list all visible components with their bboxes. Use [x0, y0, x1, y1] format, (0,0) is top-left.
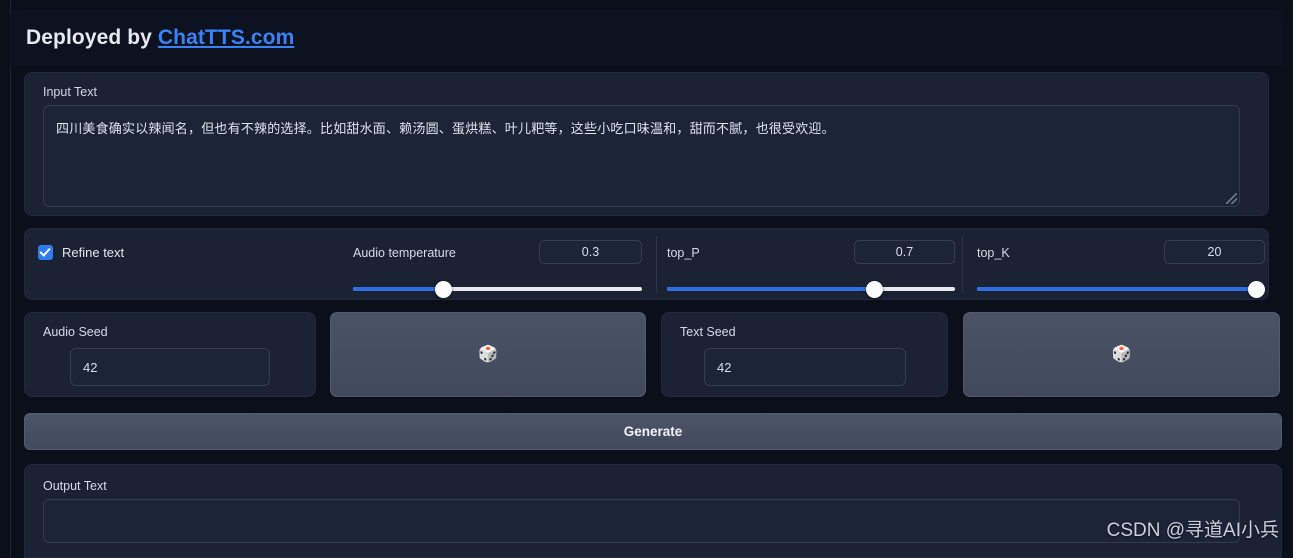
page-title: Deployed by ChatTTS.com	[26, 26, 294, 50]
chattts-link[interactable]: ChatTTS.com	[158, 26, 294, 49]
page-left-edge	[10, 0, 11, 558]
top-p-label: top_P	[667, 246, 700, 260]
audio-temperature-label: Audio temperature	[353, 246, 456, 260]
generate-button[interactable]: Generate	[24, 413, 1282, 450]
audio-temperature-slider[interactable]	[353, 281, 642, 298]
top-p-slider[interactable]	[667, 281, 955, 298]
audio-temperature-value[interactable]: 0.3	[539, 240, 642, 264]
controls-divider-2	[962, 236, 963, 293]
audio-seed-input[interactable]: 42	[70, 348, 270, 386]
top-k-value[interactable]: 20	[1164, 240, 1265, 264]
resize-grip-icon[interactable]	[1226, 193, 1237, 204]
text-seed-input[interactable]: 42	[704, 348, 906, 386]
top-k-label: top_K	[977, 246, 1010, 260]
refine-text-label: Refine text	[62, 245, 125, 260]
top-k-track-fill	[977, 287, 1257, 291]
audio-seed-randomize-button[interactable]: 🎲	[330, 312, 646, 397]
watermark: CSDN @寻道AI小兵	[1106, 520, 1279, 541]
input-text-textarea[interactable]: 四川美食确实以辣闻名，但也有不辣的选择。比如甜水面、赖汤圆、蛋烘糕、叶儿粑等，这…	[43, 105, 1240, 207]
input-text-value: 四川美食确实以辣闻名，但也有不辣的选择。比如甜水面、赖汤圆、蛋烘糕、叶儿粑等，这…	[56, 121, 835, 136]
top-k-slider[interactable]	[977, 281, 1266, 298]
output-text-label: Output Text	[43, 479, 107, 493]
top-p-value[interactable]: 0.7	[854, 240, 955, 264]
refine-text-checkbox[interactable]	[38, 245, 53, 260]
refine-text-checkbox-row[interactable]: Refine text	[38, 245, 124, 260]
page-title-prefix: Deployed by	[26, 26, 158, 49]
text-seed-label: Text Seed	[680, 325, 736, 339]
top-k-thumb[interactable]	[1248, 281, 1266, 298]
dice-icon: 🎲	[1111, 345, 1132, 363]
audio-temperature-thumb[interactable]	[434, 281, 452, 298]
audio-seed-label: Audio Seed	[43, 325, 108, 339]
audio-temperature-track-fill	[353, 287, 443, 291]
top-p-thumb[interactable]	[866, 281, 884, 298]
top-p-track-fill	[667, 287, 875, 291]
header-bar: Deployed by ChatTTS.com	[10, 10, 1283, 66]
dice-icon: 🎲	[478, 345, 498, 363]
text-seed-randomize-button[interactable]: 🎲	[963, 312, 1280, 397]
controls-divider-1	[656, 236, 657, 293]
input-text-label: Input Text	[43, 85, 97, 99]
output-text-textarea[interactable]	[43, 499, 1240, 543]
app-root: Deployed by ChatTTS.com Input Text 四川美食确…	[0, 0, 1293, 558]
